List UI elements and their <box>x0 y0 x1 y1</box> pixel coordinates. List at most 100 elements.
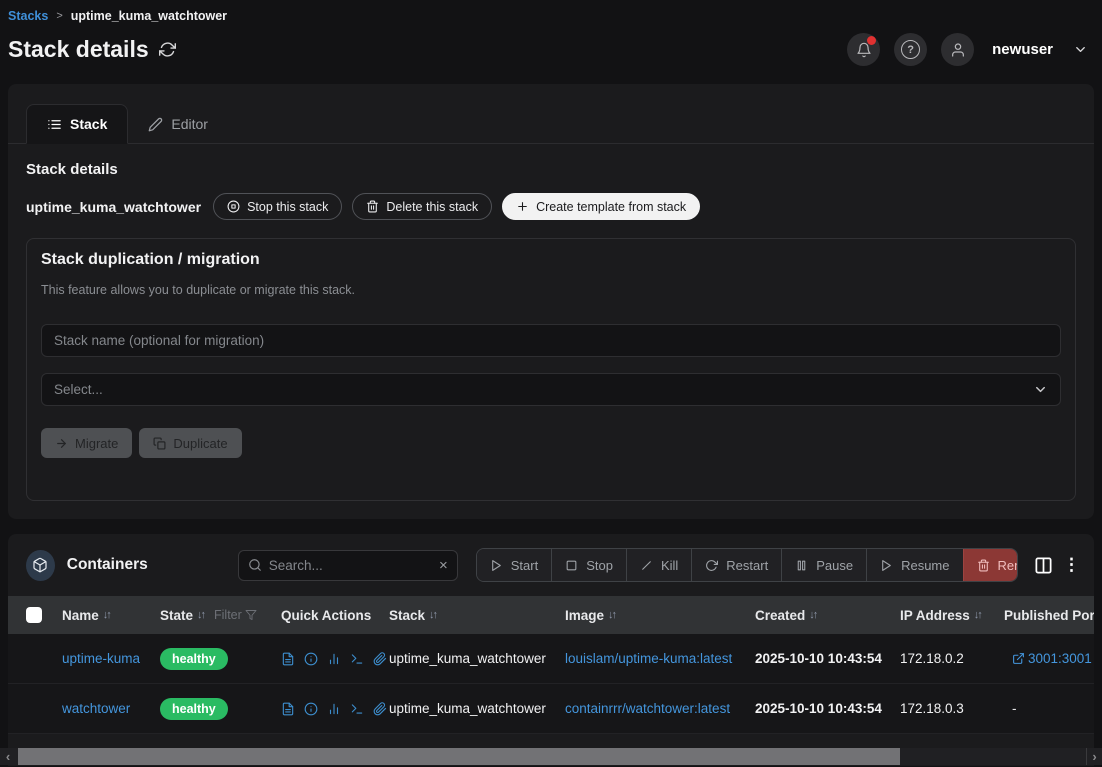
published-port-link[interactable]: 3001:3001 <box>1004 651 1094 666</box>
col-state: State <box>160 608 193 623</box>
breadcrumb: Stacks > uptime_kuma_watchtower <box>0 0 1102 23</box>
inspect-icon[interactable] <box>304 652 318 666</box>
table-row: watchtower healthy uptime_kuma_watchtowe… <box>8 684 1094 734</box>
image-link[interactable]: louislam/uptime-kuma:latest <box>565 651 732 666</box>
stack-actions-row: uptime_kuma_watchtower Stop this stack D… <box>26 193 1076 220</box>
slash-icon <box>640 559 653 572</box>
tab-stack[interactable]: Stack <box>26 104 128 144</box>
scroll-left-arrow[interactable]: ‹ <box>0 748 16 765</box>
sort-icon[interactable]: ↓↑ <box>103 609 110 621</box>
quick-actions <box>281 702 389 716</box>
stop-stack-label: Stop this stack <box>247 200 328 214</box>
trash-icon <box>366 200 379 213</box>
state-filter[interactable]: Filter <box>214 608 257 622</box>
container-name-link[interactable]: watchtower <box>62 701 130 716</box>
pause-label: Pause <box>816 558 853 573</box>
resume-label: Resume <box>901 558 949 573</box>
help-button[interactable]: ? <box>894 33 927 66</box>
section-title: Stack details <box>26 161 1076 178</box>
breadcrumb-separator: > <box>56 10 62 22</box>
restart-label: Restart <box>726 558 768 573</box>
sort-icon[interactable]: ↓↑ <box>809 609 816 621</box>
inspect-icon[interactable] <box>304 702 318 716</box>
stack-name-input[interactable] <box>41 324 1061 357</box>
table-header-row: Name ↓↑ State ↓↑ Filter Quick Actions St… <box>8 596 1094 634</box>
duplicate-button[interactable]: Duplicate <box>139 428 241 458</box>
restart-icon <box>705 559 718 572</box>
sort-icon[interactable]: ↓↑ <box>197 609 204 621</box>
avatar[interactable] <box>941 33 974 66</box>
stop-circle-icon <box>227 200 240 213</box>
stack-cell: uptime_kuma_watchtower <box>389 651 565 666</box>
chevron-down-icon <box>1033 382 1048 397</box>
chevron-down-icon <box>1073 42 1088 57</box>
notification-dot <box>867 36 876 45</box>
create-template-label: Create template from stack <box>536 200 686 214</box>
clear-search-icon[interactable]: × <box>439 558 448 573</box>
logs-icon[interactable] <box>281 702 295 716</box>
tab-editor[interactable]: Editor <box>128 105 228 143</box>
breadcrumb-stacks-link[interactable]: Stacks <box>8 9 48 23</box>
table-settings-button[interactable]: ⋮ <box>1063 555 1080 575</box>
delete-stack-button[interactable]: Delete this stack <box>352 193 492 220</box>
external-link-icon <box>1012 652 1025 665</box>
ip-cell: 172.18.0.3 <box>900 701 1004 716</box>
scroll-right-arrow[interactable]: › <box>1086 748 1102 765</box>
attach-icon[interactable] <box>373 702 387 716</box>
refresh-icon[interactable] <box>159 41 176 58</box>
columns-toggle-button[interactable] <box>1034 556 1053 575</box>
sort-icon[interactable]: ↓↑ <box>429 609 436 621</box>
attach-icon[interactable] <box>373 652 387 666</box>
container-name-link[interactable]: uptime-kuma <box>62 651 140 666</box>
stats-icon[interactable] <box>327 652 341 666</box>
port-label: 3001:3001 <box>1028 651 1092 666</box>
console-icon[interactable] <box>350 702 364 716</box>
kill-button[interactable]: Kill <box>626 549 691 581</box>
restart-button[interactable]: Restart <box>691 549 781 581</box>
notifications-button[interactable] <box>847 33 880 66</box>
select-all-checkbox[interactable] <box>26 607 42 623</box>
duplication-title: Stack duplication / migration <box>41 251 1061 269</box>
container-actions-toolbar: Start Stop Kill Restart Pause <box>476 548 1018 582</box>
funnel-icon <box>245 609 257 621</box>
containers-title: Containers <box>67 556 148 574</box>
remove-label: Remove <box>998 558 1019 573</box>
page: Stacks > uptime_kuma_watchtower Stack de… <box>0 0 1102 767</box>
image-link[interactable]: containrrr/watchtower:latest <box>565 701 730 716</box>
horizontal-scrollbar[interactable]: ‹ › <box>0 748 1102 765</box>
pause-button[interactable]: Pause <box>781 549 866 581</box>
username[interactable]: newuser <box>992 41 1053 58</box>
containers-table: Name ↓↑ State ↓↑ Filter Quick Actions St… <box>8 596 1094 734</box>
migrate-button[interactable]: Migrate <box>41 428 132 458</box>
user-menu-chevron[interactable] <box>1073 42 1088 57</box>
environment-select[interactable]: Select... <box>41 373 1061 406</box>
stack-name: uptime_kuma_watchtower <box>26 199 201 215</box>
containers-badge <box>26 550 55 581</box>
search-input[interactable] <box>269 558 432 573</box>
breadcrumb-current: uptime_kuma_watchtower <box>71 9 227 23</box>
col-ip: IP Address <box>900 608 970 623</box>
stop-button[interactable]: Stop <box>551 549 626 581</box>
user-icon <box>950 42 966 58</box>
containers-header: Containers × Start Stop Kill <box>8 534 1094 596</box>
delete-stack-label: Delete this stack <box>386 200 478 214</box>
stats-icon[interactable] <box>327 702 341 716</box>
scrollbar-thumb[interactable] <box>18 748 900 765</box>
resume-button[interactable]: Resume <box>866 549 962 581</box>
sort-icon[interactable]: ↓↑ <box>974 609 981 621</box>
user-area: ? newuser <box>847 33 1088 66</box>
console-icon[interactable] <box>350 652 364 666</box>
tab-stack-label: Stack <box>70 116 107 132</box>
start-button[interactable]: Start <box>477 549 551 581</box>
arrow-right-icon <box>55 437 68 450</box>
table-row: uptime-kuma healthy uptime_kuma_watchtow… <box>8 634 1094 684</box>
copy-icon <box>153 437 166 450</box>
stop-label: Stop <box>586 558 613 573</box>
logs-icon[interactable] <box>281 652 295 666</box>
no-ports-value: - <box>1004 701 1017 716</box>
stop-stack-button[interactable]: Stop this stack <box>213 193 342 220</box>
search-box: × <box>238 550 458 581</box>
create-template-button[interactable]: Create template from stack <box>502 193 700 220</box>
sort-icon[interactable]: ↓↑ <box>608 609 615 621</box>
remove-button[interactable]: Remove <box>963 549 1019 581</box>
